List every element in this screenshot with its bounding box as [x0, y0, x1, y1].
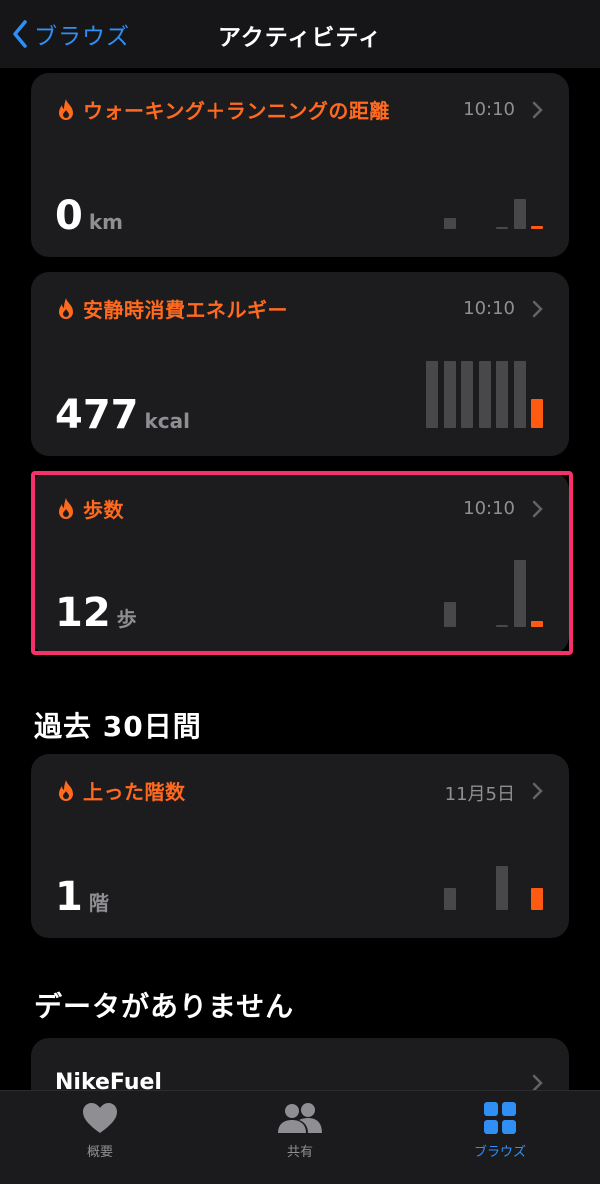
value-unit: kcal — [144, 409, 191, 433]
walking-running-distance-card[interactable]: ウォーキング＋ランニングの距離 10:10 0 km — [31, 73, 569, 257]
card-date: 11月5日 — [444, 784, 515, 805]
card-time: 10:10 — [463, 498, 515, 519]
chevron-right-icon — [532, 500, 543, 518]
value-unit: 階 — [88, 891, 109, 915]
tab-sharing[interactable]: 共有 — [230, 1101, 370, 1160]
bar-mark — [531, 399, 543, 428]
flame-icon — [59, 497, 73, 519]
chevron-right-icon — [532, 300, 543, 318]
section-title-no-data: データがありません — [34, 990, 295, 1023]
bar-mark — [496, 866, 508, 910]
card-value: 477 kcal — [55, 392, 190, 438]
nav-bar: ブラウズ アクティビティ — [0, 0, 600, 68]
tab-label: 共有 — [286, 1145, 313, 1160]
bar-mark — [496, 361, 508, 428]
chevron-right-icon — [532, 101, 543, 119]
bar-mark — [461, 361, 473, 428]
card-header: 安静時消費エネルギー — [55, 294, 288, 323]
value-number: 477 — [55, 392, 139, 438]
card-time: 10:10 — [463, 298, 515, 319]
screen: ブラウズ アクティビティ ウォーキング＋ランニングの距離 10:10 0 km … — [0, 0, 600, 1184]
section-title-past-30-days: 過去 30日間 — [34, 710, 202, 743]
mini-bar-chart — [433, 547, 543, 627]
card-title: 上った階数 — [83, 780, 186, 804]
bar-mark — [531, 621, 543, 627]
flame-icon — [59, 98, 73, 120]
bar-mark — [531, 226, 543, 229]
bar-mark — [496, 227, 508, 229]
card-title: 歩数 — [83, 498, 124, 522]
card-title: 安静時消費エネルギー — [83, 298, 288, 322]
bar-mark — [513, 361, 526, 428]
bar-mark — [443, 218, 456, 229]
value-unit: km — [88, 210, 123, 234]
tab-label: ブラウズ — [473, 1145, 526, 1160]
bar-mark — [513, 199, 526, 229]
card-header: 歩数 — [55, 494, 124, 523]
bar-mark — [496, 625, 508, 627]
bar-mark — [531, 888, 543, 910]
card-value: 1 階 — [55, 874, 109, 920]
page-title: アクティビティ — [217, 25, 383, 51]
bar-mark — [478, 361, 491, 428]
bar-mark — [513, 560, 526, 627]
tab-label: 概要 — [86, 1145, 113, 1160]
card-time: 10:10 — [463, 99, 515, 120]
mini-bar-chart — [426, 348, 543, 428]
bar-mark — [443, 602, 456, 627]
value-number: 12 — [55, 590, 111, 636]
card-value: 0 km — [55, 193, 123, 239]
card-title: ウォーキング＋ランニングの距離 — [83, 99, 390, 123]
resting-energy-card[interactable]: 安静時消費エネルギー 10:10 477 kcal — [31, 272, 569, 456]
card-header: ウォーキング＋ランニングの距離 — [55, 95, 390, 124]
tab-bar: 概要 共有 ブラウズ — [0, 1090, 600, 1184]
tab-browse[interactable]: ブラウズ — [430, 1101, 570, 1160]
heart-icon — [83, 1103, 117, 1133]
flights-climbed-card[interactable]: 上った階数 11月5日 1 階 — [31, 754, 569, 938]
chevron-right-icon — [532, 782, 543, 800]
flame-icon — [59, 779, 73, 801]
steps-card[interactable]: 歩数 10:10 12 歩 — [31, 472, 569, 654]
value-unit: 歩 — [116, 607, 137, 631]
bar-mark — [443, 361, 456, 428]
card-header: 上った階数 — [55, 776, 186, 805]
bar-mark — [426, 361, 438, 428]
people-icon — [278, 1103, 322, 1133]
mini-bar-chart — [433, 149, 543, 229]
grid-icon — [484, 1102, 516, 1134]
card-value: 12 歩 — [55, 590, 137, 636]
flame-icon — [59, 297, 73, 319]
bar-mark — [443, 888, 456, 910]
mini-bar-chart — [433, 836, 543, 910]
tab-summary[interactable]: 概要 — [30, 1101, 170, 1160]
value-number: 0 — [55, 193, 83, 239]
value-number: 1 — [55, 874, 83, 920]
